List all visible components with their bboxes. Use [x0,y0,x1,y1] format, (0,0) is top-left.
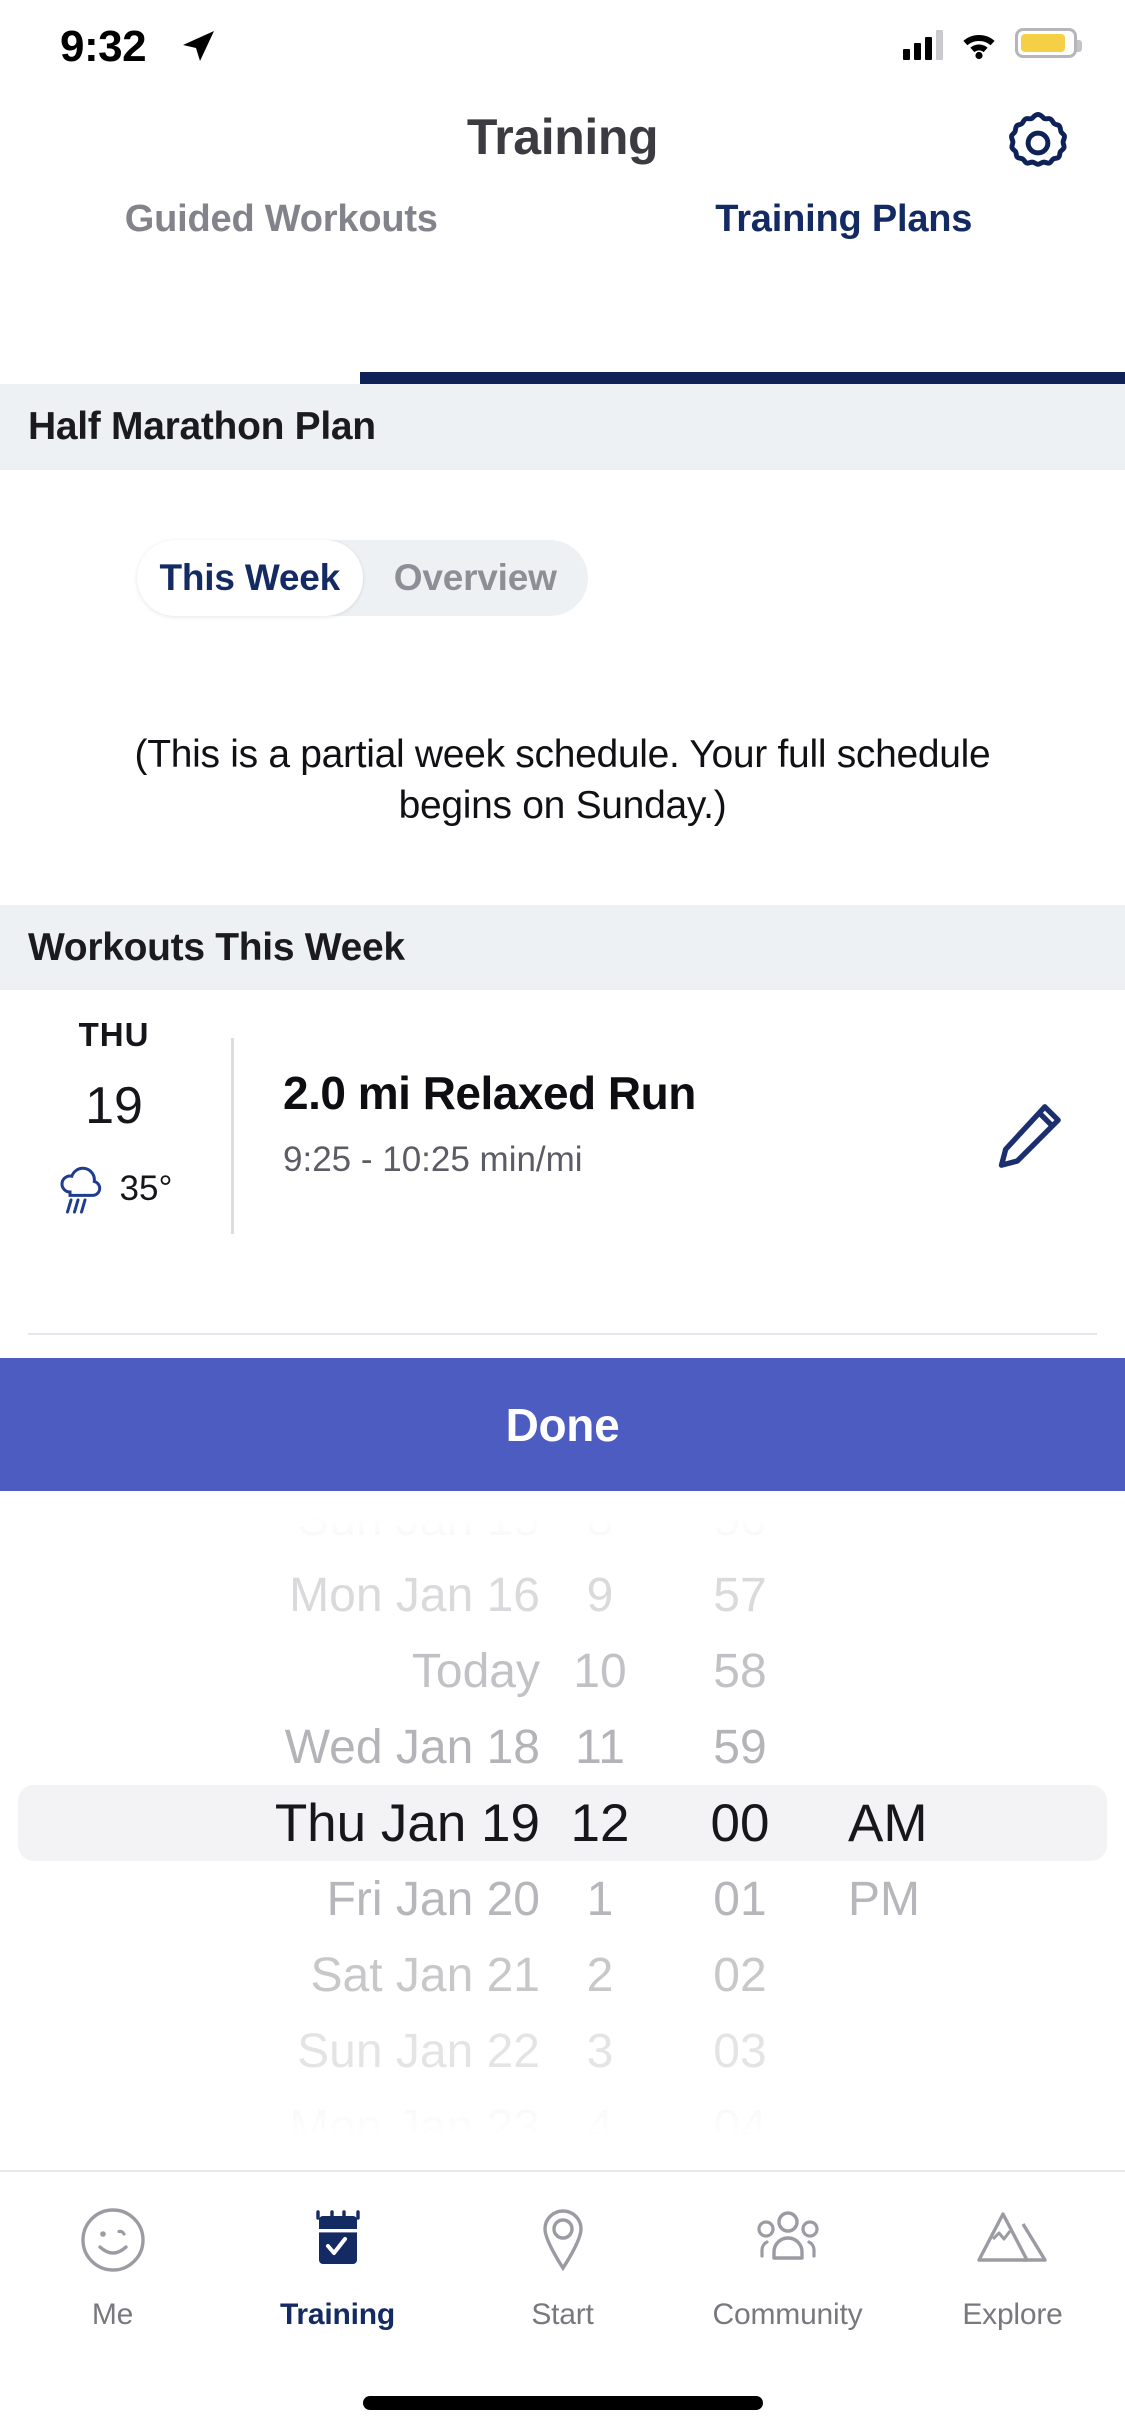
done-button-label: Done [505,1398,620,1451]
battery-icon [1015,28,1082,58]
home-indicator [362,2396,763,2410]
picker-cell-date: Fri Jan 20 [326,1872,540,1926]
picker-cell-minute: 04 [713,2100,767,2154]
picker-cell-minute: 56 [713,1492,767,1546]
workout-row[interactable]: THU 19 35° 2.0 mi Relaxed Run 9:25 - 10:… [0,990,1125,1286]
segment-this-week[interactable]: This Week [137,540,363,616]
picker-cell-meridiem: AM [848,1793,928,1853]
workout-date-block: THU 19 35° [0,1016,228,1216]
tab-explore-label: Explore [962,2298,1063,2331]
status-bar-clock: 9:32 [60,22,147,71]
wifi-icon [963,35,995,60]
workout-details: 2.0 mi Relaxed Run 9:25 - 10:25 min/mi [283,1066,696,1180]
week-overview-segmented-control[interactable]: This Week Overview [137,540,588,616]
pencil-icon[interactable] [989,1096,1069,1176]
workouts-this-week-band: Workouts This Week [0,905,1125,990]
tab-community-label: Community [712,2298,863,2331]
people-group-icon [748,2200,828,2280]
picker-cell-hour: 9 [586,1568,614,1622]
picker-cell-date: Sat Jan 21 [310,1948,541,2002]
tab-guided-workouts[interactable]: Guided Workouts [0,198,563,286]
tab-training-label: Training [279,2298,396,2331]
picker-cell-minute: 00 [710,1793,770,1853]
app-screen: 9:32 Training Guided Workouts Training P… [0,0,1125,2436]
nav-header: Training [0,92,1125,198]
picker-cell-hour: 11 [575,1720,625,1774]
picker-row[interactable]: Today 10 58 [0,1633,1125,1709]
workout-list-separator [28,1333,1097,1335]
tab-me-label: Me [91,2298,134,2331]
picker-cell-minute: 03 [713,2024,767,2078]
picker-cell-hour: 8 [586,1492,614,1546]
picker-cell-minute: 01 [713,1872,767,1926]
picker-row[interactable]: Sun Jan 22 3 03 [0,2013,1125,2089]
status-bar: 9:32 [0,0,1125,92]
picker-cell-minute: 58 [713,1644,767,1698]
plan-name-band: Half Marathon Plan [0,384,1125,470]
plan-name-label: Half Marathon Plan [28,405,376,448]
picker-cell-date: Thu Jan 19 [274,1793,540,1853]
picker-row-selected[interactable]: Thu Jan 19 12 00 AM [0,1785,1125,1861]
tab-me[interactable]: Me [0,2200,225,2358]
page-title: Training [466,109,659,165]
picker-cell-date: Mon Jan 16 [289,1568,540,1622]
top-tab-bar: Guided Workouts Training Plans [0,198,1125,286]
workouts-this-week-label: Workouts This Week [28,925,405,969]
active-tab-underline [360,372,1125,384]
picker-row[interactable]: Mon Jan 23 4 04 [0,2089,1125,2165]
picker-cell-hour: 4 [586,2100,614,2154]
workout-day-of-week: THU [78,1016,150,1053]
workout-day-number: 19 [85,1077,143,1135]
picker-cell-date: Today [411,1644,540,1698]
picker-cell-minute: 57 [713,1568,767,1622]
workout-row-divider [231,1038,234,1234]
partial-week-note: (This is a partial week schedule. Your f… [134,733,991,827]
tab-training[interactable]: Training [225,2200,450,2358]
picker-cell-meridiem: PM [848,1872,920,1926]
done-button[interactable]: Done [0,1358,1125,1491]
picker-cell-date: Sun Jan 15 [297,1492,540,1546]
picker-row[interactable]: Fri Jan 20 1 01 PM [0,1861,1125,1937]
picker-cell-hour: 10 [573,1644,627,1698]
picker-row[interactable]: Wed Jan 18 11 59 [0,1709,1125,1785]
picker-cell-date: Wed Jan 18 [284,1720,540,1774]
picker-cell-hour: 2 [586,1948,614,2002]
picker-row[interactable]: Mon Jan 16 9 57 [0,1557,1125,1633]
bottom-tab-bar: Me Training Start Community Explore [0,2170,1125,2436]
smiley-face-icon [75,2200,151,2280]
tab-explore[interactable]: Explore [900,2200,1125,2358]
rain-cloud-icon [60,1166,101,1214]
picker-cell-date: Sun Jan 22 [297,2024,540,2078]
picker-cell-hour: 3 [586,2024,614,2078]
workout-title: 2.0 mi Relaxed Run [283,1067,696,1119]
picker-cell-hour: 1 [586,1872,614,1926]
status-bar-indicators [903,26,1082,60]
picker-cell-hour: 12 [570,1793,630,1853]
map-pin-icon [525,2200,601,2280]
gear-icon[interactable] [1001,106,1075,180]
workout-pace-range: 9:25 - 10:25 min/mi [283,1140,583,1179]
location-arrow-icon [183,31,214,61]
picker-cell-minute: 59 [713,1720,767,1774]
tab-training-plans[interactable]: Training Plans [563,198,1125,286]
picker-cell-date: Mon Jan 23 [289,2100,540,2154]
tab-start-label: Start [531,2298,594,2331]
tab-community[interactable]: Community [675,2200,900,2358]
picker-cell-minute: 02 [713,1948,767,2002]
calendar-check-icon [300,2200,376,2280]
workout-weather: 35° [0,1162,228,1216]
segment-overview[interactable]: Overview [363,540,589,616]
workout-temperature: 35° [119,1169,173,1208]
datetime-picker[interactable]: Sun Jan 15 8 56 Mon Jan 16 9 57 Today 10 58 Wed J… [0,1491,1125,2170]
picker-row[interactable]: Sun Jan 15 8 56 [0,1491,1125,1557]
picker-row[interactable]: Sat Jan 21 2 02 [0,1937,1125,2013]
mountains-icon [973,2200,1053,2280]
cellular-signal-icon [903,26,943,60]
tab-start[interactable]: Start [450,2200,675,2358]
